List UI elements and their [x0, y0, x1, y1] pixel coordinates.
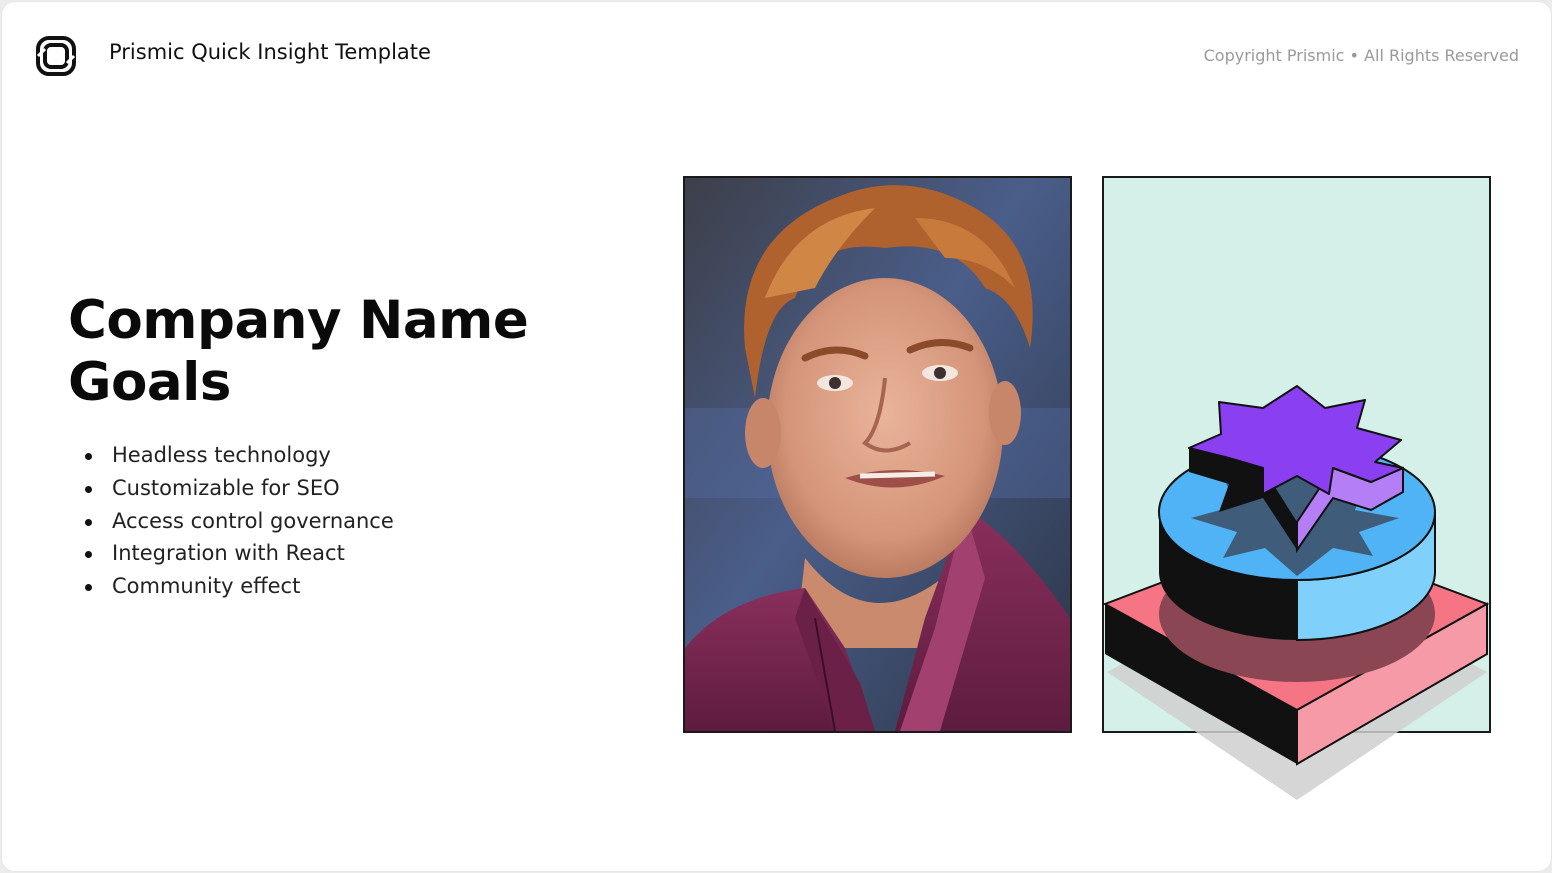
- list-item: Headless technology: [82, 439, 394, 472]
- slide: Prismic Quick Insight Template Copyright…: [1, 1, 1552, 872]
- list-item: Customizable for SEO: [82, 472, 394, 505]
- stacked-shapes-illustration: [1097, 372, 1497, 812]
- goals-list: Headless technology Customizable for SEO…: [82, 439, 394, 603]
- prismic-logo-icon: [34, 34, 78, 78]
- page-title-line-2: Goals: [68, 352, 231, 413]
- list-item: Access control governance: [82, 505, 394, 538]
- page-title: Company Name Goals: [68, 290, 529, 414]
- portrait-photo: [683, 176, 1072, 733]
- list-item: Integration with React: [82, 537, 394, 570]
- list-item: Community effect: [82, 570, 394, 603]
- brand-title: Prismic Quick Insight Template: [109, 40, 431, 64]
- page-title-line-1: Company Name: [68, 290, 529, 351]
- copyright-text: Copyright Prismic • All Rights Reserved: [1203, 46, 1519, 65]
